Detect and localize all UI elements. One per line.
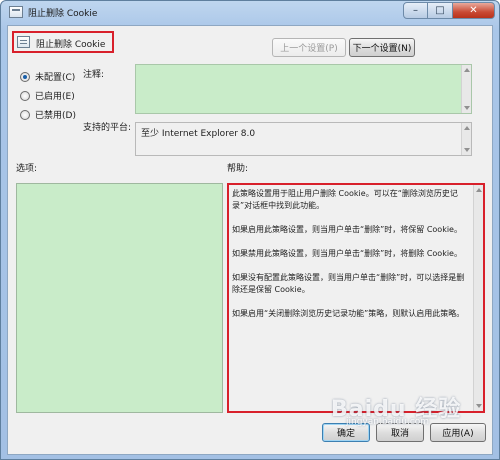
policy-name-header: 阻止删除 Cookie — [12, 31, 114, 53]
radio-disabled-indicator[interactable] — [20, 109, 30, 120]
radio-enabled-label: 已启用(E) — [35, 92, 75, 102]
help-label: 帮助: — [227, 164, 249, 174]
help-paragraph: 如果禁用此策略设置，则当用户单击“删除”时，将删除 Cookie。 — [232, 249, 462, 258]
close-button[interactable]: ✕ — [453, 2, 495, 19]
window-title: 阻止删除 Cookie — [28, 9, 98, 19]
help-scrollbar[interactable] — [473, 185, 483, 411]
radio-not-configured[interactable]: 未配置(C) — [20, 70, 75, 83]
title-bar[interactable]: 阻止删除 Cookie – □ ✕ — [1, 1, 499, 25]
help-paragraph: 如果启用此策略设置，则当用户单击“删除”时，将保留 Cookie。 — [232, 225, 462, 234]
maximize-icon: □ — [435, 5, 445, 16]
radio-disabled[interactable]: 已禁用(D) — [20, 108, 76, 121]
comment-label: 注释: — [83, 70, 105, 80]
radio-disabled-label: 已禁用(D) — [35, 111, 76, 121]
apply-button[interactable]: 应用(A) — [430, 423, 486, 442]
close-icon: ✕ — [469, 5, 478, 16]
policy-document-icon — [9, 6, 23, 18]
help-text: 此策略设置用于阻止用户删除 Cookie。可以在“删除浏览历史记录”对话框中找到… — [232, 188, 470, 332]
radio-enabled-indicator[interactable] — [20, 90, 30, 101]
options-label: 选项: — [16, 164, 38, 174]
supported-platform-box: 至少 Internet Explorer 8.0 — [135, 122, 472, 156]
previous-setting-button[interactable]: 上一个设置(P) — [272, 38, 346, 57]
minimize-icon: – — [413, 5, 418, 16]
platform-scrollbar[interactable] — [461, 123, 471, 155]
help-pane: 此策略设置用于阻止用户删除 Cookie。可以在“删除浏览历史记录”对话框中找到… — [227, 183, 485, 413]
help-paragraph: 此策略设置用于阻止用户删除 Cookie。可以在“删除浏览历史记录”对话框中找到… — [232, 189, 458, 210]
radio-not-configured-indicator[interactable] — [20, 71, 30, 82]
options-pane — [16, 183, 223, 413]
minimize-button[interactable]: – — [403, 2, 428, 19]
next-setting-button[interactable]: 下一个设置(N) — [349, 38, 415, 57]
radio-enabled[interactable]: 已启用(E) — [20, 89, 75, 102]
policy-name: 阻止删除 Cookie — [36, 40, 106, 50]
radio-not-configured-label: 未配置(C) — [35, 73, 76, 83]
policy-setting-icon — [17, 36, 30, 48]
window-controls: – □ ✕ — [403, 2, 495, 20]
baidu-watermark-url: jingyan.baidu.com — [346, 417, 430, 427]
supported-on-label: 支持的平台: — [83, 123, 132, 133]
policy-dialog-window: 阻止删除 Cookie – □ ✕ 阻止删除 Cookie 上一个设置(P) 下… — [0, 0, 500, 460]
comment-scrollbar[interactable] — [461, 65, 471, 113]
comment-textarea[interactable] — [135, 64, 472, 114]
help-paragraph: 如果没有配置此策略设置，则当用户单击“删除”时，可以选择是删除还是保留 Cook… — [232, 273, 465, 294]
help-paragraph: 如果启用“关闭删除浏览历史记录功能”策略，则默认启用此策略。 — [232, 309, 465, 318]
supported-platform-text: 至少 Internet Explorer 8.0 — [141, 129, 256, 139]
maximize-button[interactable]: □ — [428, 2, 453, 19]
